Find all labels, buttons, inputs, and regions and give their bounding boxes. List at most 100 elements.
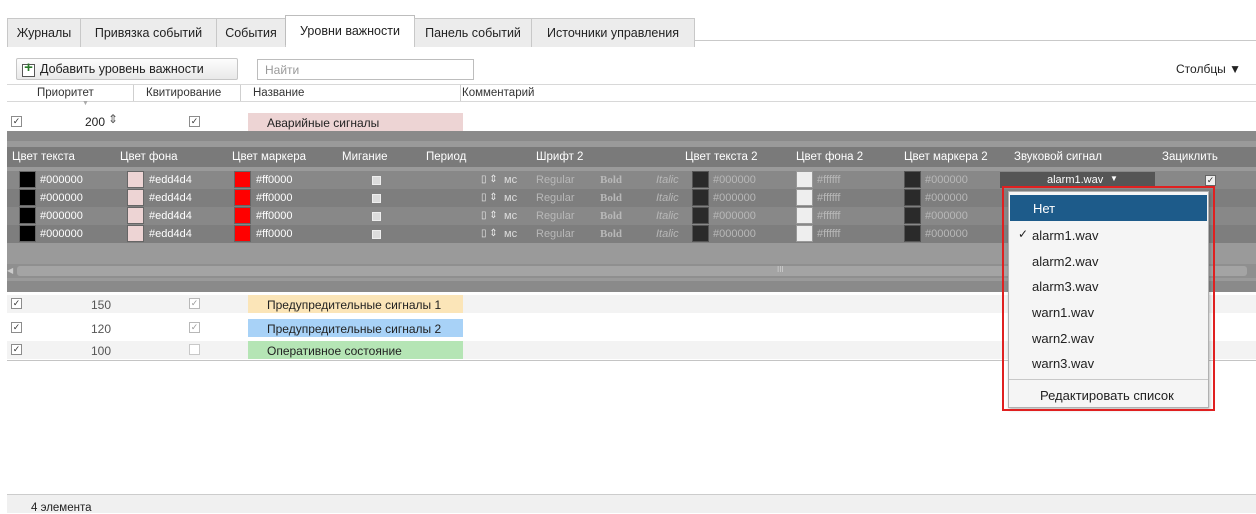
stepper-icon[interactable]: ▯ ⇕ [481,228,498,239]
acknowledge-checkbox[interactable]: ✓ [189,298,200,309]
period-unit: мс [504,174,518,186]
tab-events[interactable]: События [216,18,286,47]
name-text: Аварийные сигналы [267,116,380,130]
color-swatch[interactable] [904,225,921,242]
tab-event-panel[interactable]: Панель событий [414,18,532,47]
col-acknowledge[interactable]: Квитирование [146,87,221,99]
col-comment[interactable]: Комментарий [462,87,534,99]
col-sound[interactable]: Звуковой сигнал [1014,151,1102,166]
stepper-icon[interactable]: ▯ ⇕ [481,210,498,221]
acknowledge-checkbox[interactable] [189,344,200,355]
color-swatch[interactable] [127,189,144,206]
columns-button[interactable]: Столбцы ▼ [1176,62,1241,76]
color-swatch[interactable] [692,225,709,242]
color-swatch[interactable] [234,225,251,242]
font-bold[interactable]: Bold [600,174,622,186]
color-swatch[interactable] [19,207,36,224]
color-swatch[interactable] [692,189,709,206]
color-swatch[interactable] [796,207,813,224]
font-italic[interactable]: Italic [656,174,679,186]
col-loop[interactable]: Зациклить [1162,151,1218,166]
blink-checkbox[interactable] [372,212,381,221]
bg-color2-value: #ffffff [817,192,841,204]
tab-event-binding[interactable]: Привязка событий [80,18,217,47]
add-severity-level-button[interactable]: + Добавить уровень важности [16,58,238,80]
color-swatch[interactable] [127,225,144,242]
font-regular[interactable]: Regular [536,210,575,222]
color-swatch[interactable] [234,189,251,206]
tab-label: Уровни важности [300,23,400,38]
acknowledge-checkbox[interactable]: ✓ [189,116,200,127]
add-icon: + [20,60,38,78]
text-color-value: #000000 [40,192,83,204]
tab-control-sources[interactable]: Источники управления [531,18,695,47]
col-bg-color[interactable]: Цвет фона [120,151,178,166]
color-swatch[interactable] [234,171,251,188]
loop-checkbox[interactable]: ✓ [1205,175,1216,186]
blink-checkbox[interactable] [372,230,381,239]
scroll-grip: III [777,265,784,274]
col-marker-color2[interactable]: Цвет маркера 2 [904,151,988,166]
color-swatch[interactable] [19,189,36,206]
row-select-checkbox[interactable]: ✓ [11,322,22,333]
col-bg-color2[interactable]: Цвет фона 2 [796,151,863,166]
scroll-left-icon[interactable]: ◀ [7,266,13,275]
color-swatch[interactable] [796,171,813,188]
blink-checkbox[interactable] [372,194,381,203]
priority-value: 150 [91,298,112,312]
main-table-header: Приоритет Квитирование Название Коммента… [7,84,1256,107]
bg-color2-value: #ffffff [817,210,841,222]
font-bold[interactable]: Bold [600,192,622,204]
col-period[interactable]: Период [426,151,466,166]
color-swatch[interactable] [127,171,144,188]
color-swatch[interactable] [127,207,144,224]
period-unit: мс [504,192,518,204]
dropdown-arrow-icon: ▼ [1110,174,1118,183]
col-text-color2[interactable]: Цвет текста 2 [685,151,758,166]
table-row[interactable]: ✓ 200 ⇕ ✓ Аварийные сигналы [7,112,1256,131]
col-font2[interactable]: Шрифт 2 [536,151,583,166]
color-swatch[interactable] [904,189,921,206]
row-select-checkbox[interactable]: ✓ [11,116,22,127]
font-italic[interactable]: Italic [656,192,679,204]
row-select-checkbox[interactable]: ✓ [11,298,22,309]
stepper-icon[interactable]: ⇕ [108,112,118,126]
text-color2-value: #000000 [713,192,756,204]
sort-arrow-icon: ▼ [82,100,89,107]
acknowledge-checkbox[interactable]: ✓ [189,322,200,333]
col-marker-color[interactable]: Цвет маркера [232,151,306,166]
col-priority[interactable]: Приоритет [37,87,94,99]
search-input[interactable] [257,59,474,80]
color-swatch[interactable] [19,225,36,242]
col-name[interactable]: Название [253,87,304,99]
row-select-checkbox[interactable]: ✓ [11,344,22,355]
bg-color-value: #edd4d4 [149,174,192,186]
font-italic[interactable]: Italic [656,210,679,222]
toolbar: + Добавить уровень важности Столбцы ▼ [7,57,1256,81]
color-swatch[interactable] [234,207,251,224]
color-swatch[interactable] [692,171,709,188]
font-regular[interactable]: Regular [536,228,575,240]
stepper-icon[interactable]: ▯ ⇕ [481,174,498,185]
font-regular[interactable]: Regular [536,174,575,186]
tab-severity-levels[interactable]: Уровни важности [285,15,415,45]
color-swatch[interactable] [904,207,921,224]
font-bold[interactable]: Bold [600,228,622,240]
stepper-icon[interactable]: ▯ ⇕ [481,192,498,203]
color-swatch[interactable] [19,171,36,188]
color-swatch[interactable] [904,171,921,188]
color-swatch[interactable] [692,207,709,224]
font-regular[interactable]: Regular [536,192,575,204]
period-unit: мс [504,228,518,240]
tab-journals[interactable]: Журналы [7,18,81,47]
status-bar: 4 элемента [7,494,1256,514]
col-text-color[interactable]: Цвет текста [12,151,75,166]
font-italic[interactable]: Italic [656,228,679,240]
blink-checkbox[interactable] [372,176,381,185]
col-blink[interactable]: Мигание [342,151,388,166]
font-bold[interactable]: Bold [600,210,622,222]
color-swatch[interactable] [796,189,813,206]
tab-label: Источники управления [547,26,679,40]
color-swatch[interactable] [796,225,813,242]
text-color-value: #000000 [40,210,83,222]
